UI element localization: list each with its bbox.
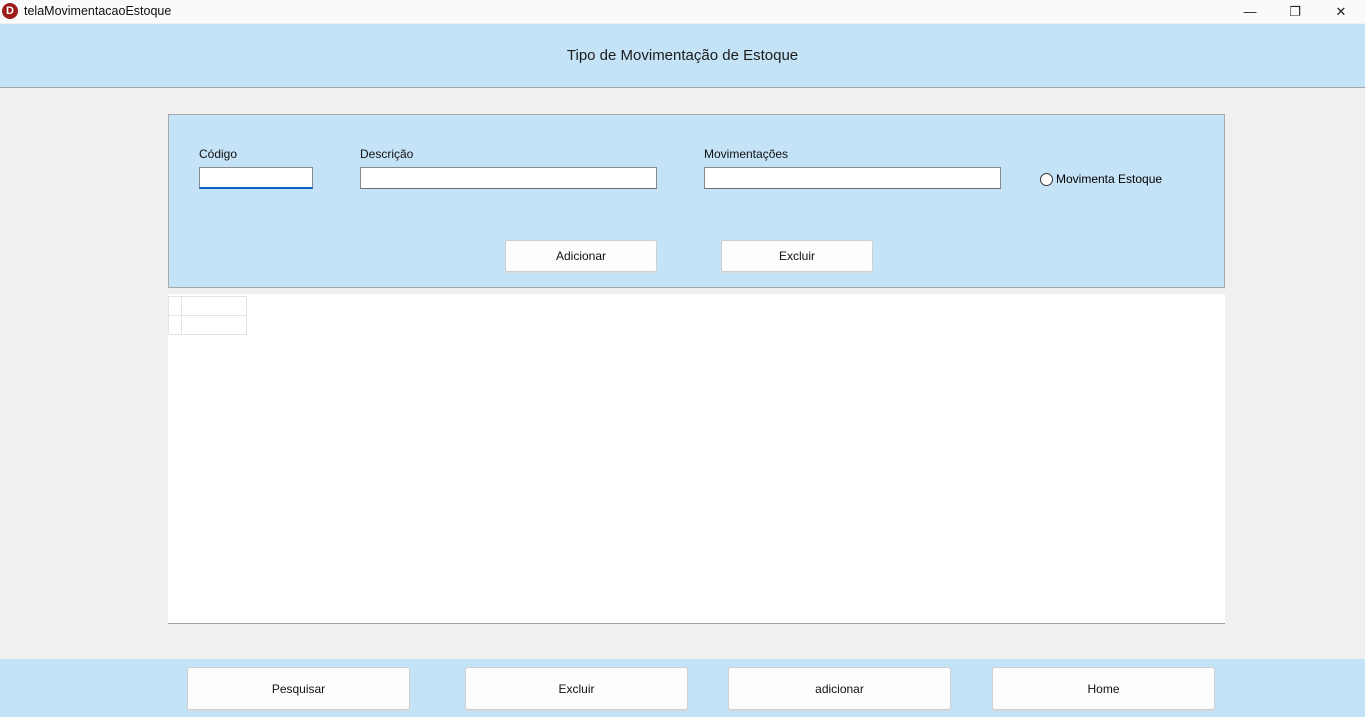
row-header-cell (168, 296, 182, 316)
minimize-button[interactable]: — (1227, 0, 1273, 23)
page-title: Tipo de Movimentação de Estoque (566, 46, 799, 64)
table-cell[interactable] (181, 296, 247, 316)
movimentacoes-label: Movimentações (704, 147, 789, 161)
header-band: Tipo de Movimentação de Estoque (0, 24, 1365, 88)
adicionar-footer-button[interactable]: adicionar (728, 667, 951, 710)
excluir-footer-button[interactable]: Excluir (465, 667, 688, 710)
pesquisar-button[interactable]: Pesquisar (187, 667, 410, 710)
footer-toolbar: Pesquisar Excluir adicionar Home (0, 659, 1365, 717)
descricao-label: Descrição (360, 147, 414, 161)
movimenta-estoque-label: Movimenta Estoque (1056, 172, 1163, 186)
home-button[interactable]: Home (992, 667, 1215, 710)
close-button[interactable]: ✕ (1318, 0, 1364, 23)
descricao-input[interactable] (360, 167, 657, 189)
table-header-row (168, 296, 247, 316)
movimenta-estoque-option[interactable]: Movimenta Estoque (1040, 172, 1162, 186)
movimenta-estoque-radio[interactable] (1040, 172, 1053, 186)
app-icon: D (2, 3, 18, 19)
row-header-cell (168, 315, 182, 335)
window-title: telaMovimentacaoEstoque (24, 4, 172, 18)
excluir-form-button[interactable]: Excluir (721, 240, 873, 272)
restore-button[interactable]: ❐ (1272, 0, 1318, 23)
codigo-label: Código (199, 147, 238, 161)
table-grid (168, 296, 247, 335)
table-cell[interactable] (181, 315, 247, 335)
form-panel: Código Descrição Movimentações Movimenta… (168, 114, 1225, 288)
window-titlebar: D telaMovimentacaoEstoque — ❐ ✕ (0, 0, 1365, 23)
codigo-input[interactable] (199, 167, 313, 189)
data-table[interactable] (168, 294, 1225, 624)
adicionar-button[interactable]: Adicionar (505, 240, 657, 272)
table-row[interactable] (168, 315, 247, 335)
movimentacoes-input[interactable] (704, 167, 1001, 189)
